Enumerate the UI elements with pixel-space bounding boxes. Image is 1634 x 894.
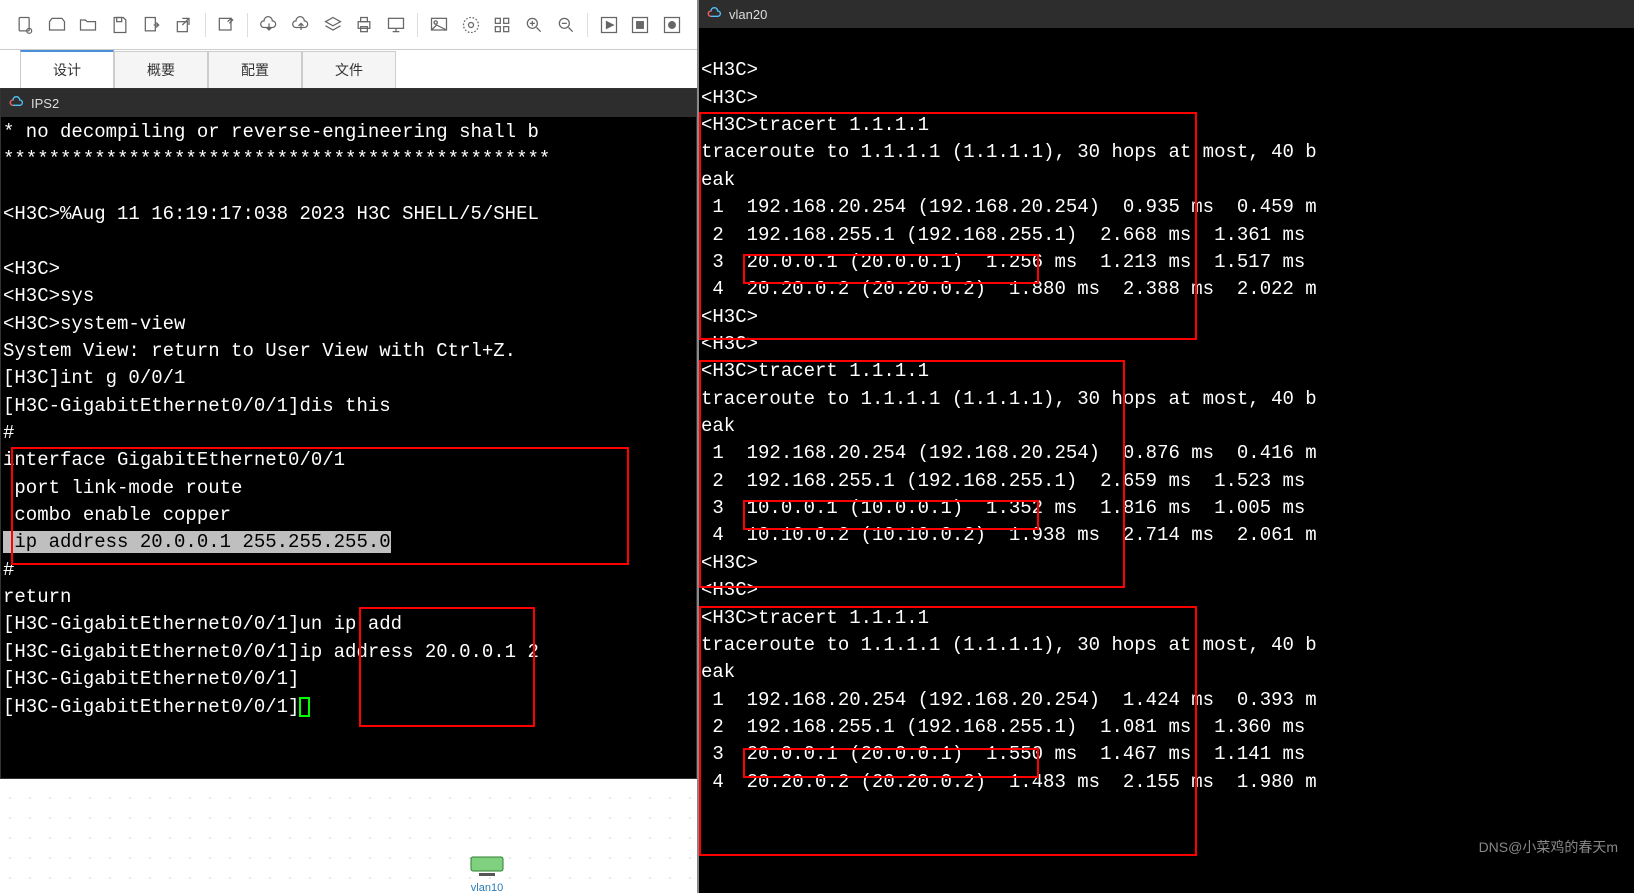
term-line: <H3C>system-view <box>3 313 185 335</box>
separator <box>417 13 418 37</box>
canvas-area[interactable]: IPS2 * no decompiling or reverse-enginee… <box>0 88 697 893</box>
term-line: eak <box>701 661 735 683</box>
term-line: <H3C>tracert 1.1.1.1 <box>701 360 929 382</box>
term-line: # <box>3 559 14 581</box>
toolbar <box>0 0 697 50</box>
terminal-body-vlan20[interactable]: <H3C> <H3C> <H3C>tracert 1.1.1.1 tracero… <box>699 28 1634 893</box>
term-line: <H3C> <box>701 333 758 355</box>
term-line: <H3C> <box>701 87 758 109</box>
term-line: return <box>3 586 71 608</box>
term-line: <H3C> <box>701 59 758 81</box>
play-icon[interactable] <box>594 9 624 41</box>
cursor <box>299 697 310 717</box>
term-line: # <box>3 422 14 444</box>
term-line: 3 20.0.0.1 (20.0.0.1) 1.550 ms 1.467 ms … <box>701 743 1305 765</box>
printer-icon[interactable] <box>350 9 380 41</box>
left-pane: 设计 概要 配置 文件 IPS2 * no decompiling or rev… <box>0 0 697 893</box>
folder-icon[interactable] <box>74 9 104 41</box>
cloud-up-icon[interactable] <box>286 9 316 41</box>
separator <box>247 13 248 37</box>
device-vlan10[interactable]: vlan10 <box>462 853 512 891</box>
term-line: 1 192.168.20.254 (192.168.20.254) 1.424 … <box>701 689 1317 711</box>
term-line-highlighted: ip address 20.0.0.1 255.255.255.0 <box>3 531 391 553</box>
edit-icon[interactable] <box>212 9 242 41</box>
record-icon[interactable] <box>657 9 687 41</box>
term-line: 2 192.168.255.1 (192.168.255.1) 2.659 ms… <box>701 470 1317 492</box>
terminal-body-ips2[interactable]: * no decompiling or reverse-engineering … <box>1 117 696 778</box>
watermark: DNS@小菜鸡的春天m <box>1479 837 1618 857</box>
term-line: ****************************************… <box>3 148 550 170</box>
term-line: <H3C>tracert 1.1.1.1 <box>701 114 929 136</box>
term-line: interface GigabitEthernet0/0/1 <box>3 449 345 471</box>
cloud-down-icon[interactable] <box>254 9 284 41</box>
separator <box>205 13 206 37</box>
term-line: [H3C-GigabitEthernet0/0/1]ip address 20.… <box>3 641 539 663</box>
term-line: 4 20.20.0.2 (20.20.0.2) 1.880 ms 2.388 m… <box>701 278 1317 300</box>
term-line: 1 192.168.20.254 (192.168.20.254) 0.935 … <box>701 196 1317 218</box>
export-icon[interactable] <box>137 9 167 41</box>
tab-config[interactable]: 配置 <box>208 51 302 88</box>
term-line: [H3C-GigabitEthernet0/0/1] <box>3 668 299 690</box>
layers-icon[interactable] <box>318 9 348 41</box>
external-icon[interactable] <box>169 9 199 41</box>
cloud-icon <box>707 7 723 21</box>
right-pane: vlan20 <H3C> <H3C> <H3C>tracert 1.1.1.1 … <box>697 0 1634 893</box>
term-line: System View: return to User View with Ct… <box>3 340 516 362</box>
term-line: <H3C> <box>3 258 60 280</box>
term-line: 3 10.0.0.1 (10.0.0.1) 1.352 ms 1.816 ms … <box>701 497 1305 519</box>
terminal-title-bar-right[interactable]: vlan20 <box>699 0 1634 28</box>
term-line: eak <box>701 415 735 437</box>
term-line: combo enable copper <box>3 504 231 526</box>
term-line: traceroute to 1.1.1.1 (1.1.1.1), 30 hops… <box>701 141 1317 163</box>
term-line: traceroute to 1.1.1.1 (1.1.1.1), 30 hops… <box>701 634 1317 656</box>
term-line: 3 20.0.0.1 (20.0.0.1) 1.256 ms 1.213 ms … <box>701 251 1305 273</box>
new-doc-icon[interactable] <box>10 9 40 41</box>
zoom-out-icon[interactable] <box>551 9 581 41</box>
terminal-ips2[interactable]: IPS2 * no decompiling or reverse-enginee… <box>0 88 697 779</box>
monitor-icon[interactable] <box>381 9 411 41</box>
term-line: 4 10.10.0.2 (10.10.0.2) 1.938 ms 2.714 m… <box>701 524 1317 546</box>
term-line: * no decompiling or reverse-engineering … <box>3 121 539 143</box>
image-icon[interactable] <box>424 9 454 41</box>
terminal-title-text-right: vlan20 <box>729 7 767 22</box>
terminal-title-bar[interactable]: IPS2 <box>1 89 696 117</box>
stop-icon[interactable] <box>626 9 656 41</box>
open-icon[interactable] <box>42 9 72 41</box>
term-line: <H3C>%Aug 11 16:19:17:038 2023 H3C SHELL… <box>3 203 539 225</box>
tab-overview[interactable]: 概要 <box>114 51 208 88</box>
term-line: 1 192.168.20.254 (192.168.20.254) 0.876 … <box>701 442 1317 464</box>
tab-design[interactable]: 设计 <box>20 50 114 88</box>
term-line: <H3C>tracert 1.1.1.1 <box>701 607 929 629</box>
term-line: 2 192.168.255.1 (192.168.255.1) 2.668 ms… <box>701 224 1317 246</box>
term-line: 2 192.168.255.1 (192.168.255.1) 1.081 ms… <box>701 716 1317 738</box>
term-line: port link-mode route <box>3 477 242 499</box>
term-line: <H3C> <box>701 306 758 328</box>
term-line: traceroute to 1.1.1.1 (1.1.1.1), 30 hops… <box>701 388 1317 410</box>
term-line: <H3C>sys <box>3 285 94 307</box>
term-line: <H3C> <box>701 579 758 601</box>
term-line: 4 20.20.0.2 (20.20.0.2) 1.483 ms 2.155 m… <box>701 771 1317 793</box>
device-label: vlan10 <box>462 882 512 894</box>
term-line: [H3C-GigabitEthernet0/0/1]un ip add <box>3 613 402 635</box>
zoom-in-icon[interactable] <box>519 9 549 41</box>
tab-row: 设计 概要 配置 文件 <box>0 50 697 88</box>
term-line: [H3C]int g 0/0/1 <box>3 367 185 389</box>
term-line: [H3C-GigabitEthernet0/0/1] <box>3 696 299 718</box>
term-line: eak <box>701 169 735 191</box>
settings-icon[interactable] <box>456 9 486 41</box>
cloud-icon <box>9 96 25 110</box>
term-line: <H3C> <box>701 552 758 574</box>
term-line: [H3C-GigabitEthernet0/0/1]dis this <box>3 395 391 417</box>
save-icon[interactable] <box>105 9 135 41</box>
separator <box>587 13 588 37</box>
tab-file[interactable]: 文件 <box>302 51 396 88</box>
terminal-title-text: IPS2 <box>31 96 59 111</box>
grid-icon[interactable] <box>488 9 518 41</box>
